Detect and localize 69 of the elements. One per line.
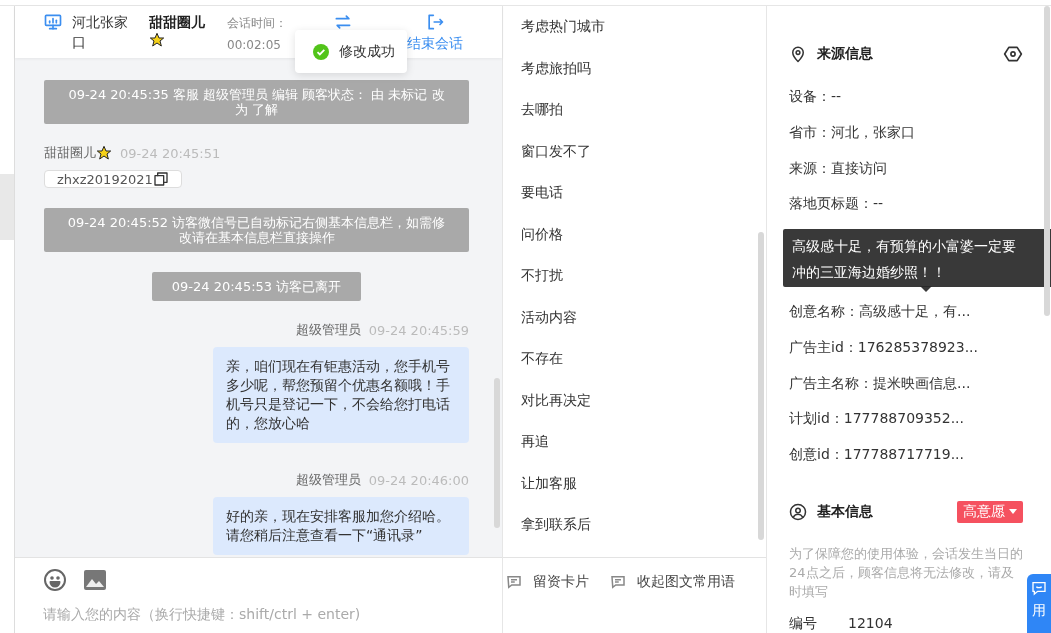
field-label: 编号 — [789, 614, 818, 633]
check-icon — [313, 43, 329, 60]
sender-name: 超级管理员 — [295, 321, 361, 339]
quick-button[interactable]: 收起图文常用语 — [609, 572, 735, 592]
visitor-location: 河北张家口 — [72, 13, 129, 52]
info-row-text: 创意名称：高级感十足，有... — [789, 301, 972, 321]
sender-name: 甜甜圈儿 — [44, 144, 96, 162]
info-row-text: 广告主id：176285378923... — [789, 337, 979, 357]
monitor-icon — [43, 12, 63, 32]
star-icon — [96, 145, 112, 161]
user-panel-button[interactable]: 用 — [1027, 574, 1051, 633]
quick-phrase[interactable]: 对比再决定 — [521, 389, 766, 431]
info-row-text: 落地页标题：-- — [789, 194, 885, 214]
system-notice: 09-24 20:45:52 访客微信号已自动标记右侧基本信息栏，如需修改请在基本信息栏直接操作 — [44, 208, 469, 252]
field-value: 12104 — [848, 614, 893, 633]
message-time: 09-24 20:46:00 — [368, 472, 469, 488]
notice-text: 为了保障您的使用体验，会话发生当日的24点之后，顾客信息将无法修改，请及时填写 — [789, 544, 1024, 601]
session-time: 00:02:05 — [227, 37, 281, 54]
quick-button[interactable]: 留资卡片 — [505, 572, 589, 592]
quick-phrase[interactable]: 要电话 — [521, 182, 766, 224]
scrollbar[interactable] — [1044, 6, 1050, 316]
message-time: 09-24 20:45:59 — [368, 322, 469, 338]
success-toast: 修改成功 — [295, 30, 407, 73]
quick-phrase[interactable]: 考虑旅拍吗 — [521, 57, 766, 99]
location-pin-icon — [789, 44, 807, 63]
visitor-name: 甜甜圈儿 — [149, 13, 205, 32]
system-notice: 09-24 20:45:35 客服 超级管理员 编辑 顾客状态： 由 未标记 改为 了解 — [44, 80, 469, 124]
tooltip-arrow — [920, 286, 932, 293]
quick-phrase[interactable]: 问价格 — [521, 223, 766, 265]
user-icon — [789, 503, 807, 521]
quick-phrase[interactable]: 去哪拍 — [521, 99, 766, 141]
message-icon — [505, 573, 523, 591]
info-row-text: 计划id：177788709352... — [789, 409, 965, 429]
message-bubble: 好的亲，现在安排客服加您介绍哈。请您稍后注意查看一下“通讯录” — [213, 497, 469, 555]
chat-icon — [1031, 580, 1047, 596]
end-session-button[interactable]: 结束会话 — [407, 12, 463, 54]
swap-icon[interactable] — [333, 12, 353, 32]
quick-phrase[interactable]: 不打扰 — [521, 265, 766, 307]
info-row-text: 来源：直接访问 — [789, 158, 888, 178]
exit-icon — [425, 12, 445, 32]
section-title: 来源信息 — [817, 44, 874, 63]
info-row-text: 广告主名称：提米映画信息... — [789, 373, 972, 393]
system-notice: 09-24 20:45:53 访客已离开 — [151, 272, 362, 301]
caret-icon — [1009, 509, 1017, 515]
quick-phrase[interactable]: 拿到联系后 — [521, 514, 766, 556]
copy-icon[interactable] — [152, 171, 169, 187]
quick-phrase[interactable]: 不存在 — [521, 348, 766, 390]
quick-phrase[interactable]: 窗口发不了 — [521, 140, 766, 182]
image-icon[interactable] — [83, 569, 107, 591]
star-icon — [149, 32, 165, 48]
quick-phrase[interactable]: 考虑热门城市 — [521, 16, 766, 58]
message-time: 09-24 20:45:51 — [120, 145, 221, 161]
quick-phrase[interactable]: 再追 — [521, 431, 766, 473]
info-row-text: 省市：河北，张家口 — [789, 122, 916, 142]
message-bubble: 亲，咱们现在有钜惠活动，您手机号多少呢，帮您预留个优惠名额哦！手机号只是登记一下，不会给您打电话的，您放心哈 — [213, 347, 469, 443]
wechat-id: zhxz20192021 — [57, 171, 153, 187]
sender-name: 超级管理员 — [295, 471, 361, 489]
message-icon — [609, 573, 627, 591]
scrollbar[interactable] — [494, 378, 500, 528]
quick-phrase[interactable]: 让加客服 — [521, 472, 766, 514]
info-row-text: 设备：-- — [789, 86, 843, 106]
session-label: 会话时间： — [227, 15, 287, 32]
scrollbar[interactable] — [758, 232, 764, 540]
message-input[interactable]: 请输入您的内容（换行快捷键：shift/ctrl + enter) — [43, 606, 483, 622]
section-title: 基本信息 — [817, 503, 874, 521]
info-row-text: 创意id：177788717719... — [789, 445, 965, 465]
tooltip: 高级感十足，有预算的小富婆一定要冲的三亚海边婚纱照！！ — [783, 229, 1051, 288]
quick-phrase[interactable]: 活动内容 — [521, 306, 766, 348]
emoji-icon[interactable] — [43, 568, 67, 592]
